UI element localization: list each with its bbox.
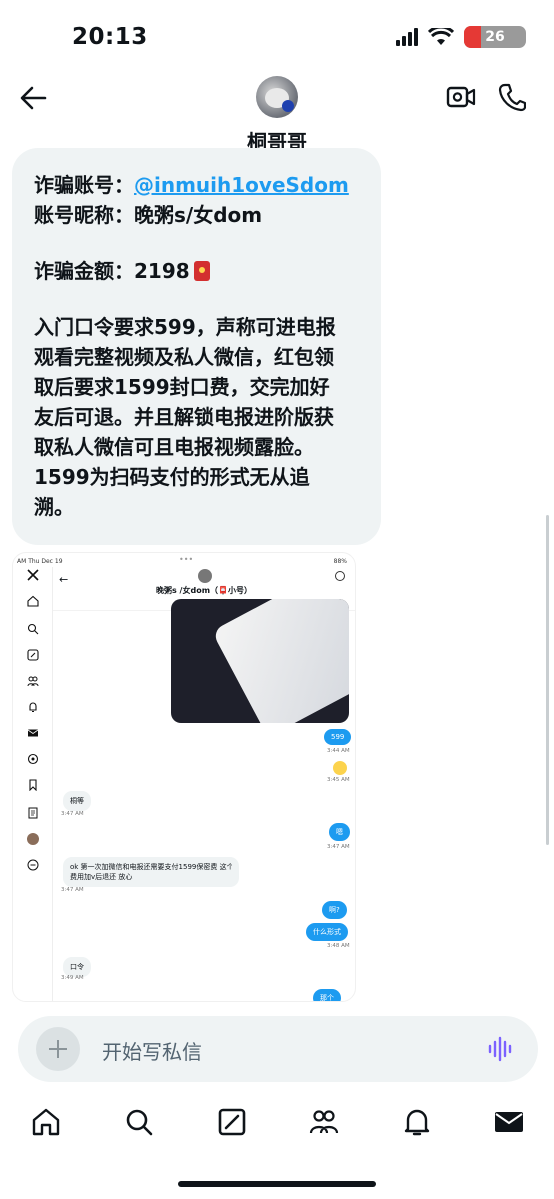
embedded-message-line: 费用加v后退还 放心 [70,873,133,881]
embedded-timestamp: 3:47 AM [327,844,350,850]
message-composer[interactable]: 开始写私信 [18,1016,538,1082]
wifi-icon [428,28,454,45]
grok-icon [27,649,39,661]
voice-message-icon[interactable] [488,1036,514,1062]
fraud-account-line: 诈骗账号：@inmuih1oveSdom [34,170,361,200]
notifications-icon [29,702,37,713]
body-line: 友后可退。并且解锁电报进阶版获 [34,405,334,429]
home-icon [27,595,39,607]
avatar [198,569,212,583]
embedded-message-out: 那个 [313,989,341,1001]
embedded-timestamp: 3:49 AM [61,975,84,981]
status-icons: 26 [396,26,526,48]
status-time: 20:13 [72,24,148,50]
embedded-message-in: 口令 [63,957,91,977]
red-envelope-icon [193,261,210,281]
grok-icon[interactable] [216,1106,248,1138]
profile-avatar-icon [27,833,39,845]
scrollbar[interactable] [546,515,549,845]
embedded-message-in: ok 第一次加微信和电报还需要支付1599保密费 这个 费用加v后退还 放心 [63,857,239,887]
search-icon [27,623,39,635]
fraud-account-label: 诈骗账号： [34,173,134,197]
composer-placeholder[interactable]: 开始写私信 [102,1036,202,1065]
phone-call-icon[interactable] [498,82,526,112]
embedded-status-right: 88% [333,558,347,565]
embedded-timestamp: 3:47 AM [61,887,84,893]
video-call-icon[interactable] [446,84,476,110]
embedded-message-in: 桐等 [63,791,91,811]
body-line: 入门口令要求599，声称可进电报 [34,315,336,339]
body-line: 1599为扫码支付的形式无从追 [34,465,310,489]
lists-icon [28,807,38,819]
x-logo-icon [27,569,39,581]
embedded-message-out: 599 [324,729,352,745]
body-line: 溯。 [34,495,74,519]
body-line: 取后要求1599封口费，交完加好 [34,375,330,399]
bookmark-icon [29,779,37,791]
bottom-navigation [0,1100,554,1150]
search-icon[interactable] [123,1106,155,1138]
home-icon[interactable] [30,1106,62,1138]
amount-label: 诈骗金额： [34,259,134,283]
communities-icon [27,676,39,687]
embedded-photo [171,599,349,723]
info-icon [335,571,345,581]
embedded-message-out: 啊? [322,901,347,919]
amount-line: 诈骗金额：2198 [34,256,361,286]
message-bubble: 诈骗账号：@inmuih1oveSdom 账号昵称：晚粥s/女dom 诈骗金额：… [12,148,381,545]
embedded-timestamp: 3:48 AM [327,943,350,949]
notifications-icon[interactable] [401,1106,433,1138]
message-body: 入门口令要求599，声称可进电报 观看完整视频及私人微信，红包领 取后要求159… [34,312,361,522]
add-attachment-button[interactable] [36,1027,80,1071]
more-icon [27,859,39,871]
body-line: 取私人微信可且电报视频露脸。 [34,435,314,459]
attached-screenshot[interactable]: AM Thu Dec 19 ••• 88% ← 晚粥s /女dom（📮小号） 5… [12,552,356,1002]
embedded-message-out: 嗯 [329,823,350,841]
embedded-status-left: AM Thu Dec 19 [17,558,63,565]
grok-icon [27,753,39,765]
embedded-timestamp: 3:44 AM [327,748,350,754]
messages-icon [27,729,39,737]
nickname-line: 账号昵称：晚粥s/女dom [34,203,263,227]
embedded-message-out: 什么形式 [306,923,348,941]
amount-value: 2198 [134,259,190,283]
thinking-emoji-icon [333,761,347,775]
back-arrow-icon[interactable] [18,84,48,112]
messages-icon[interactable] [493,1106,525,1138]
embedded-timestamp: 3:47 AM [61,811,84,817]
embedded-message-line: ok 第一次加微信和电报还需要支付1599保密费 这个 [70,863,232,871]
embedded-contact-title: 晚粥s /女dom（📮小号） [156,586,252,595]
battery-level: 26 [485,29,505,45]
embedded-sidebar [13,567,53,1001]
home-indicator [178,1181,376,1187]
status-bar: 20:13 26 [0,0,554,70]
embedded-timestamp: 3:45 AM [327,777,350,783]
body-line: 观看完整视频及私人微信，红包领 [34,345,334,369]
avatar[interactable] [256,76,298,118]
account-handle-link[interactable]: @inmuih1oveSdom [134,173,349,197]
communities-icon[interactable] [308,1106,340,1138]
embedded-status-mid: ••• [179,555,194,564]
battery-icon: 26 [464,26,526,48]
signal-icon [396,28,418,46]
